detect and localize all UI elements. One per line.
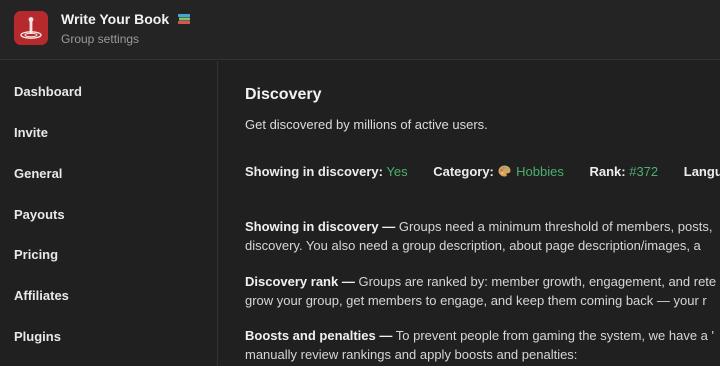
app-title[interactable]: Write Your Book xyxy=(61,11,191,28)
app-logo-icon[interactable] xyxy=(14,11,48,45)
app-subtitle: Group settings xyxy=(61,32,140,46)
app-title-text: Write Your Book xyxy=(61,11,170,27)
sidebar-item-payouts[interactable]: Payouts xyxy=(14,207,65,222)
stat-category-label: Category: xyxy=(433,164,494,179)
palette-icon xyxy=(498,165,511,180)
stat-rank: Rank: #372 xyxy=(589,164,658,179)
sidebar-item-pricing[interactable]: Pricing xyxy=(14,247,58,262)
sidebar: Dashboard Invite General Payouts Pricing… xyxy=(0,61,218,366)
sidebar-item-dashboard[interactable]: Dashboard xyxy=(14,84,82,99)
app-header: Write Your Book Group settings xyxy=(0,0,720,60)
stat-category: Category: Hobbies xyxy=(433,164,564,180)
sidebar-item-general[interactable]: General xyxy=(14,166,62,181)
page-description: Get discovered by millions of active use… xyxy=(245,117,488,132)
sidebar-item-plugins[interactable]: Plugins xyxy=(14,329,61,344)
stat-showing-label: Showing in discovery: xyxy=(245,164,383,179)
discovery-stats: Showing in discovery: Yes Category: Hobb… xyxy=(245,164,720,180)
stat-language-label: Langu xyxy=(683,164,720,179)
info-rank-line2: grow your group, get members to engage, … xyxy=(245,293,707,308)
sidebar-item-affiliates[interactable]: Affiliates xyxy=(14,288,69,303)
info-discovery-rank: Discovery rank — Groups are ranked by: m… xyxy=(245,272,720,310)
books-icon xyxy=(177,12,191,28)
stat-rank-value: #372 xyxy=(629,164,659,179)
stat-showing-value: Yes xyxy=(386,164,408,179)
info-showing-line1: Groups need a minimum threshold of membe… xyxy=(395,219,713,234)
main-content: Discovery Get discovered by millions of … xyxy=(219,61,720,366)
stat-showing: Showing in discovery: Yes xyxy=(245,164,408,179)
page-title: Discovery xyxy=(245,86,322,103)
info-showing-in-discovery: Showing in discovery — Groups need a min… xyxy=(245,217,720,255)
stat-category-value: Hobbies xyxy=(516,164,564,179)
info-showing-line2: discovery. You also need a group descrip… xyxy=(245,238,701,253)
info-boosts-line1: To prevent people from gaming the system… xyxy=(392,328,715,343)
sidebar-item-invite[interactable]: Invite xyxy=(14,125,48,140)
info-boosts-heading: Boosts and penalties — xyxy=(245,328,393,343)
info-rank-heading: Discovery rank — xyxy=(245,274,355,289)
info-boosts-penalties: Boosts and penalties — To prevent people… xyxy=(245,326,720,364)
info-rank-line1: Groups are ranked by: member growth, eng… xyxy=(354,274,717,289)
stat-language: Langu xyxy=(684,164,720,179)
info-boosts-line2: manually review rankings and apply boost… xyxy=(245,347,578,362)
info-showing-heading: Showing in discovery — xyxy=(245,219,396,234)
stat-rank-label: Rank: xyxy=(589,164,626,179)
